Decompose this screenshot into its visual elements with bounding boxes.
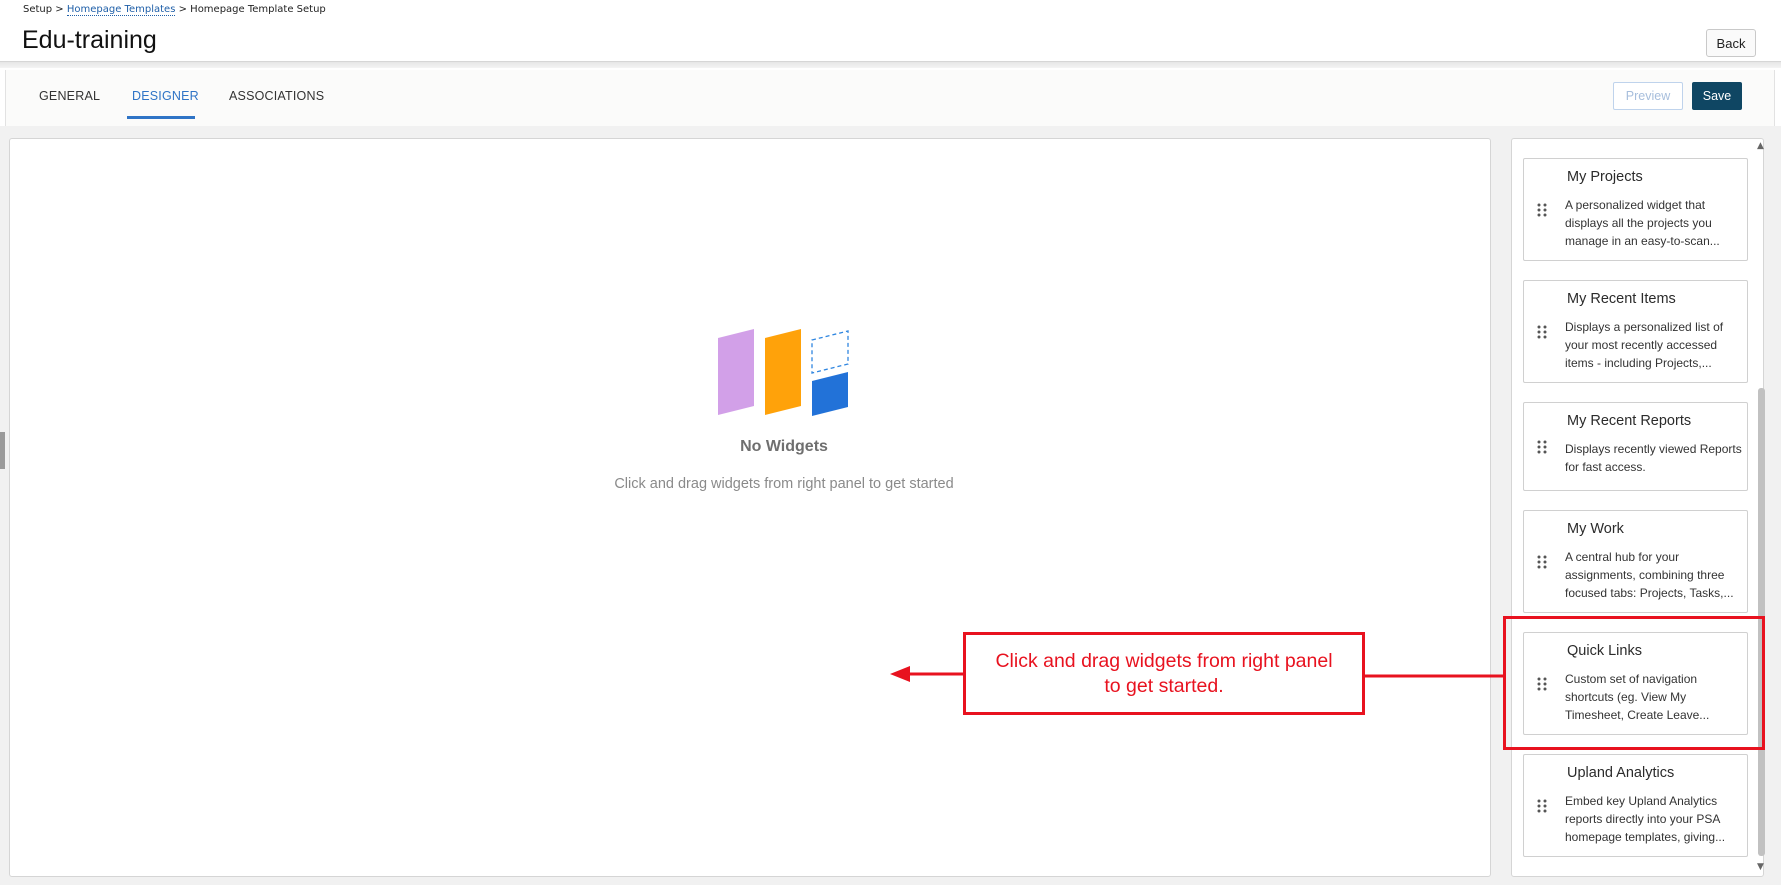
widget-description: A personalized widget that displays all … [1565, 198, 1720, 248]
widget-description: Embed key Upland Analytics reports direc… [1565, 794, 1726, 844]
breadcrumb-setup: Setup [23, 4, 53, 15]
annotation-callout: Click and drag widgets from right panel … [963, 632, 1365, 715]
widget-card-upland-analytics[interactable]: Upland Analytics Embed key Upland Analyt… [1523, 754, 1748, 857]
tabs-bar: GENERAL DESIGNER ASSOCIATIONS Preview Sa… [5, 70, 1775, 126]
drag-handle-icon[interactable] [1537, 555, 1547, 569]
breadcrumb-current: Homepage Template Setup [190, 4, 326, 15]
widget-card-my-projects[interactable]: My Projects A personalized widget that d… [1523, 158, 1748, 261]
widget-title: My Recent Items [1567, 291, 1676, 307]
callout-line-2: to get started. [1104, 675, 1224, 697]
no-widgets-illustration-icon [718, 329, 849, 416]
tab-associations[interactable]: ASSOCIATIONS [229, 89, 324, 103]
collapse-handle[interactable] [0, 432, 5, 469]
callout-line-1: Click and drag widgets from right panel [995, 650, 1333, 672]
widget-description: Displays recently viewed Reports for fas… [1565, 442, 1742, 474]
tab-general[interactable]: GENERAL [39, 89, 100, 103]
empty-state-title: No Widgets [740, 438, 828, 455]
breadcrumb: Setup > Homepage Templates > Homepage Te… [23, 4, 326, 16]
widget-description: Displays a personalized list of your mos… [1565, 320, 1724, 370]
widget-card-my-work[interactable]: My Work A central hub for your assignmen… [1523, 510, 1748, 613]
widget-title: My Work [1567, 521, 1624, 537]
breadcrumb-separator: > [178, 4, 187, 15]
widget-card-my-recent-items[interactable]: My Recent Items Displays a personalized … [1523, 280, 1748, 383]
empty-state-subtitle: Click and drag widgets from right panel … [614, 476, 954, 492]
widget-card-my-recent-reports[interactable]: My Recent Reports Displays recently view… [1523, 402, 1748, 491]
widget-description: A central hub for your assignments, comb… [1565, 550, 1734, 600]
breadcrumb-separator: > [55, 4, 64, 15]
illustration-blue-panel [812, 372, 848, 416]
preview-button[interactable]: Preview [1613, 82, 1683, 110]
save-button[interactable]: Save [1692, 82, 1742, 110]
drag-handle-icon[interactable] [1537, 799, 1547, 813]
page-title: Edu-training [22, 26, 157, 54]
page-header: Setup > Homepage Templates > Homepage Te… [0, 0, 1781, 62]
illustration-dashed-slot [811, 330, 849, 374]
breadcrumb-homepage-templates-link[interactable]: Homepage Templates [66, 4, 176, 16]
widget-title: My Projects [1567, 169, 1643, 185]
illustration-orange-panel [765, 329, 801, 415]
active-tab-indicator [127, 116, 195, 119]
widget-title: My Recent Reports [1567, 413, 1692, 429]
widget-library-panel: My Projects A personalized widget that d… [1511, 138, 1764, 877]
scroll-down-arrow-icon[interactable]: ▼ [1757, 862, 1764, 872]
widget-title: Upland Analytics [1567, 765, 1675, 781]
drag-handle-icon[interactable] [1537, 325, 1547, 339]
drag-handle-icon[interactable] [1537, 203, 1547, 217]
drag-handle-icon[interactable] [1537, 440, 1547, 454]
scroll-up-arrow-icon[interactable]: ▲ [1757, 141, 1764, 151]
tab-designer[interactable]: DESIGNER [132, 89, 199, 103]
back-button[interactable]: Back [1706, 29, 1756, 57]
header-divider [0, 62, 1781, 68]
designer-canvas[interactable] [9, 138, 1491, 877]
illustration-purple-panel [718, 329, 754, 415]
annotation-highlight-box [1503, 616, 1765, 750]
